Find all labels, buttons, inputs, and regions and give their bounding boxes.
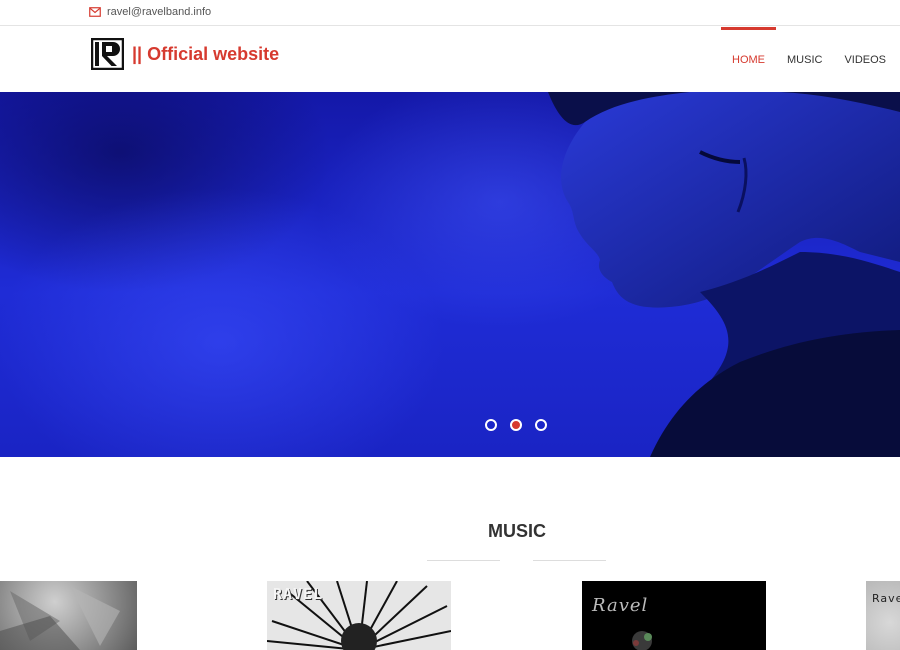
- slider-dot-1[interactable]: [485, 419, 497, 431]
- album-cover-2[interactable]: RAVEL: [267, 581, 451, 650]
- nav-item-home[interactable]: HOME: [721, 27, 776, 92]
- album-cover-3[interactable]: Ravel: [582, 581, 766, 650]
- nav-item-music[interactable]: MUSIC: [776, 27, 833, 92]
- contact-email[interactable]: ravel@ravelband.info: [89, 6, 211, 18]
- slider-dot-3[interactable]: [535, 419, 547, 431]
- title-divider-left: [427, 560, 500, 561]
- site-tagline: || Official website: [132, 43, 280, 64]
- album-art-1: [0, 586, 120, 650]
- main-nav: HOME MUSIC VIDEOS E: [721, 27, 900, 92]
- hero-slider[interactable]: [0, 92, 900, 457]
- album-cover-1[interactable]: [0, 581, 137, 650]
- top-bar: ravel@ravelband.info: [0, 0, 900, 26]
- logo-mark-icon: [91, 38, 124, 70]
- album-label-3: Ravel: [592, 595, 649, 616]
- title-divider-right: [533, 560, 606, 561]
- email-text[interactable]: ravel@ravelband.info: [107, 6, 211, 18]
- hero-photo-person: [548, 92, 900, 457]
- slider-dot-2[interactable]: [510, 419, 522, 431]
- site-header: || Official website HOME MUSIC VIDEOS E: [0, 27, 900, 92]
- site-logo[interactable]: || Official website: [91, 38, 279, 70]
- album-label-2: RAVEL: [273, 585, 324, 603]
- envelope-icon: [89, 7, 101, 17]
- slider-dots: [485, 419, 547, 431]
- album-label-4: Rave: [872, 592, 900, 605]
- nav-item-videos[interactable]: VIDEOS: [833, 27, 897, 92]
- music-section-title: MUSIC: [488, 521, 546, 541]
- album-cover-4[interactable]: Rave: [866, 581, 900, 650]
